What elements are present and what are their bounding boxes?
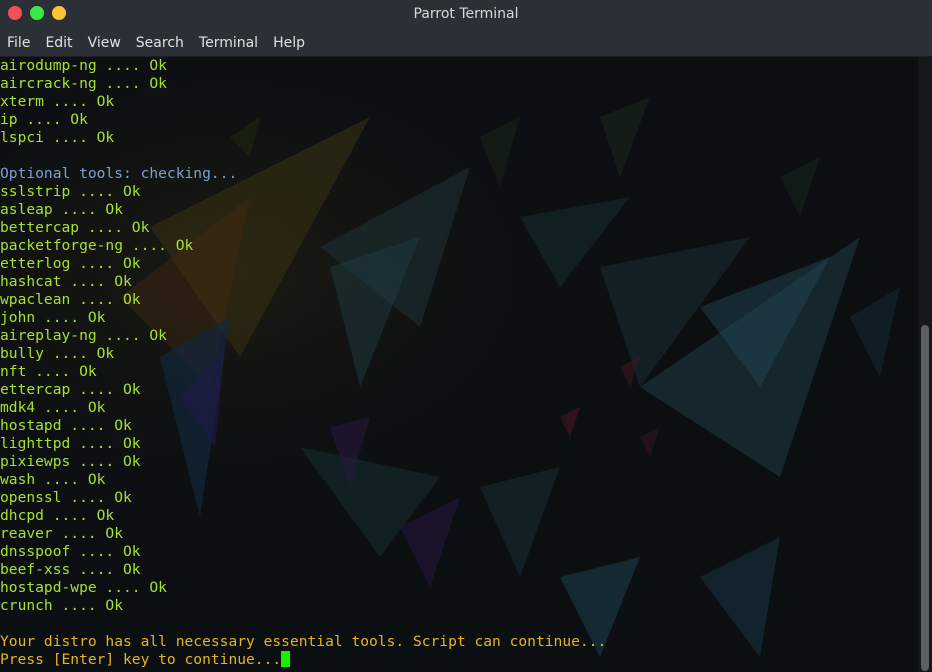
terminal-line-text: xterm .... Ok <box>0 93 115 110</box>
terminal-line: mdk4 .... Ok <box>0 399 606 417</box>
terminal-line: aircrack-ng .... Ok <box>0 75 606 93</box>
terminal-line: openssl .... Ok <box>0 489 606 507</box>
terminal-line-text: packetforge-ng .... Ok <box>0 237 194 254</box>
menu-bar: File Edit View Search Terminal Help <box>0 30 932 57</box>
window-title: Parrot Terminal <box>413 6 519 22</box>
terminal-line-text: Press [Enter] key to continue... <box>0 651 282 668</box>
terminal-line: asleap .... Ok <box>0 201 606 219</box>
terminal-line-text: bettercap .... Ok <box>0 219 150 236</box>
terminal-line-text: lighttpd .... Ok <box>0 435 141 452</box>
terminal-line-text: asleap .... Ok <box>0 201 124 218</box>
terminal-line-text: mdk4 .... Ok <box>0 399 106 416</box>
terminal-line-text: lspci .... Ok <box>0 129 115 146</box>
terminal-line-text: airodump-ng .... Ok <box>0 57 167 74</box>
terminal-line-text: Your distro has all necessary essential … <box>0 633 607 650</box>
menu-search[interactable]: Search <box>129 35 192 51</box>
terminal-line: airodump-ng .... Ok <box>0 57 606 75</box>
terminal-line-text: aircrack-ng .... Ok <box>0 75 167 92</box>
terminal-line-text: aireplay-ng .... Ok <box>0 327 167 344</box>
terminal-line: xterm .... Ok <box>0 93 606 111</box>
terminal-line-text: hostapd-wpe .... Ok <box>0 579 167 596</box>
terminal-line-text: hostapd .... Ok <box>0 417 132 434</box>
terminal-line-text: wpaclean .... Ok <box>0 291 141 308</box>
terminal-line-text: pixiewps .... Ok <box>0 453 141 470</box>
terminal-line: aireplay-ng .... Ok <box>0 327 606 345</box>
menu-file[interactable]: File <box>0 35 38 51</box>
terminal-line: beef-xss .... Ok <box>0 561 606 579</box>
terminal-line: dhcpd .... Ok <box>0 507 606 525</box>
title-bar[interactable]: Parrot Terminal <box>0 0 932 30</box>
scrollbar-thumb[interactable] <box>921 325 929 671</box>
terminal-line-text: Optional tools: checking... <box>0 165 238 182</box>
terminal-line-text: wash .... Ok <box>0 471 106 488</box>
terminal-line-text: etterlog .... Ok <box>0 255 141 272</box>
menu-edit[interactable]: Edit <box>38 35 80 51</box>
terminal-line: etterlog .... Ok <box>0 255 606 273</box>
terminal-line-text: sslstrip .... Ok <box>0 183 141 200</box>
terminal-line-text: dhcpd .... Ok <box>0 507 115 524</box>
menu-help[interactable]: Help <box>266 35 313 51</box>
terminal-line-text: john .... Ok <box>0 309 106 326</box>
menu-view[interactable]: View <box>81 35 129 51</box>
menu-terminal[interactable]: Terminal <box>192 35 266 51</box>
terminal-line-text: nft .... Ok <box>0 363 97 380</box>
terminal-line-text: dnsspoof .... Ok <box>0 543 141 560</box>
terminal-line: reaver .... Ok <box>0 525 606 543</box>
terminal-line: Your distro has all necessary essential … <box>0 633 606 651</box>
terminal-line-text: crunch .... Ok <box>0 597 124 614</box>
terminal-lines: airodump-ng .... Ok aircrack-ng .... Ok xt… <box>0 57 606 669</box>
terminal-line: nft .... Ok <box>0 363 606 381</box>
terminal-line-text: reaver .... Ok <box>0 525 124 542</box>
terminal-line: ettercap .... Ok <box>0 381 606 399</box>
terminal-line: lighttpd .... Ok <box>0 435 606 453</box>
terminal-line: hostapd .... Ok <box>0 417 606 435</box>
terminal-line-text: openssl .... Ok <box>0 489 132 506</box>
terminal-line: bully .... Ok <box>0 345 606 363</box>
terminal-line: sslstrip .... Ok <box>0 183 606 201</box>
terminal-line: hostapd-wpe .... Ok <box>0 579 606 597</box>
terminal-line: ip .... Ok <box>0 111 606 129</box>
terminal-window: Parrot Terminal File Edit View Search Te… <box>0 0 932 672</box>
terminal-line-text: ettercap .... Ok <box>0 381 141 398</box>
terminal-line: wpaclean .... Ok <box>0 291 606 309</box>
terminal-line: john .... Ok <box>0 309 606 327</box>
terminal-line-text: hashcat .... Ok <box>0 273 132 290</box>
terminal-line-text: beef-xss .... Ok <box>0 561 141 578</box>
terminal-line-text: ip .... Ok <box>0 111 88 128</box>
terminal-line: Press [Enter] key to continue... <box>0 651 606 669</box>
terminal-output[interactable]: airodump-ng .... Ok aircrack-ng .... Ok xt… <box>0 57 918 672</box>
terminal-line: crunch .... Ok <box>0 597 606 615</box>
terminal-line: pixiewps .... Ok <box>0 453 606 471</box>
vertical-scrollbar[interactable] <box>918 57 932 672</box>
text-cursor <box>281 651 291 667</box>
terminal-line: packetforge-ng .... Ok <box>0 237 606 255</box>
terminal-line: Optional tools: checking... <box>0 165 606 183</box>
terminal-line: bettercap .... Ok <box>0 219 606 237</box>
terminal-line: wash .... Ok <box>0 471 606 489</box>
terminal-line: dnsspoof .... Ok <box>0 543 606 561</box>
terminal-line: hashcat .... Ok <box>0 273 606 291</box>
terminal-line: lspci .... Ok <box>0 129 606 147</box>
terminal-line-text: bully .... Ok <box>0 345 115 362</box>
